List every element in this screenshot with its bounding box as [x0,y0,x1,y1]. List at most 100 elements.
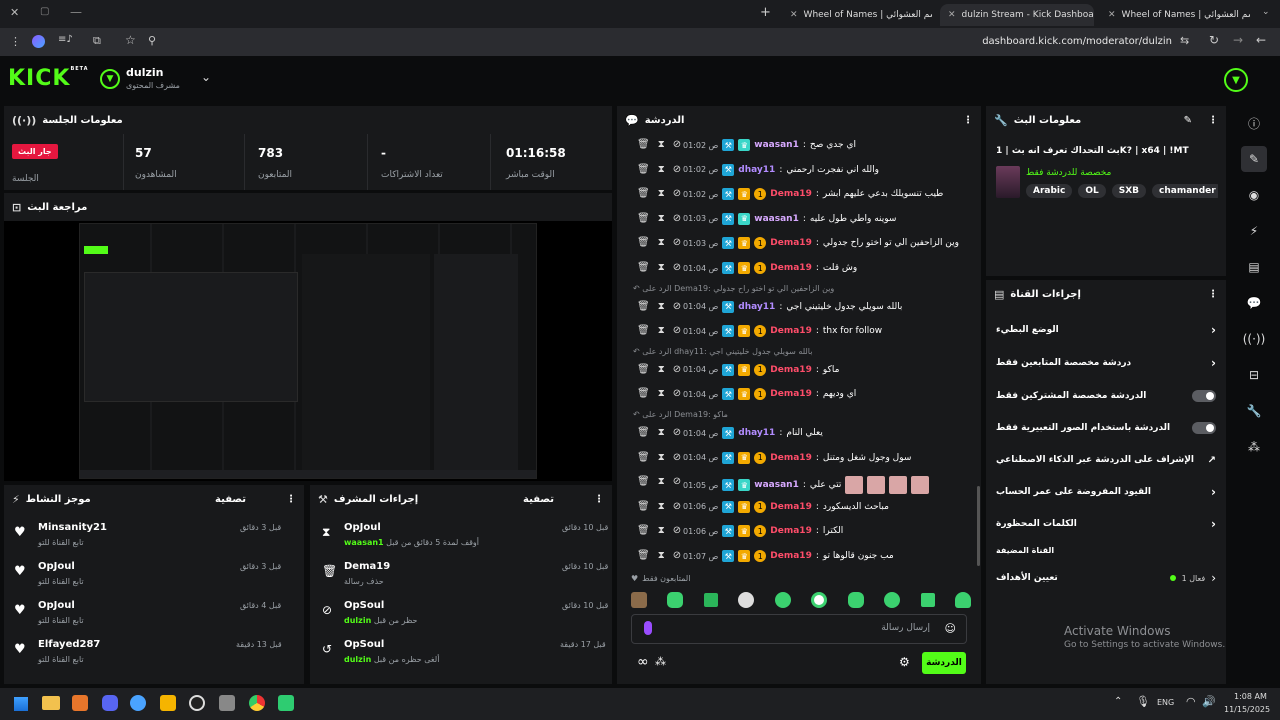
broadcast-icon[interactable]: ((·)) [1241,326,1267,352]
back-icon[interactable]: → [1233,33,1243,47]
emote-icon[interactable] [954,592,971,608]
timeout-icon[interactable]: ⧗ [658,237,665,248]
minimize-icon[interactable]: ✕ [10,6,19,19]
app-icon[interactable] [130,695,146,711]
language-indicator[interactable]: ENG [1157,698,1174,707]
windows-start-icon[interactable] [13,696,29,712]
tab-search-icon[interactable]: ⌄ [1262,7,1270,17]
chat-username[interactable]: waasan1 [754,480,799,490]
emote-icon[interactable] [811,592,828,608]
chat-username[interactable]: Dema19 [770,238,812,248]
restore-icon[interactable]: ▢ [40,6,49,17]
mic-icon[interactable] [644,621,652,635]
timeout-icon[interactable]: ⧗ [658,501,665,512]
channel-switch-chevron-icon[interactable]: ⌄ [201,70,211,84]
tab-kick-dashboard[interactable]: ✕ dulzin Stream - Kick Dashboard K [940,4,1094,26]
timeout-icon[interactable]: ⧗ [658,262,665,273]
close-tab-icon[interactable]: ✕ [948,10,956,20]
chat-username[interactable]: Dema19 [770,365,812,375]
emote-icon[interactable] [774,592,791,608]
timeout-icon[interactable]: ⧗ [658,550,665,561]
timeout-icon[interactable]: ⧗ [658,213,665,224]
clock-date[interactable]: 11/15/2025 [1224,705,1270,714]
chat-message[interactable]: 🗑 ⧗ ⊘ 01:02 ص ⚒ ♛ waasan1: اي جدي صح [617,134,979,158]
chat-message[interactable]: 🗑 ⧗ ⊘ 01:04 ص ⚒ ♛ 1 Dema19: وش قلت [617,257,979,281]
channelactions-more-icon[interactable]: ⋮ [1208,289,1218,300]
kick-logo[interactable]: KICKBETA [8,66,89,91]
modactions-filter[interactable]: تصفية [523,494,554,505]
profile-icon[interactable] [32,35,45,48]
tag[interactable]: OL [1078,184,1106,198]
ban-icon[interactable]: ⊘ [673,237,681,248]
emote-icon[interactable] [703,593,718,607]
trash-icon[interactable]: 🗑 [637,550,650,561]
timeout-icon[interactable]: ⧗ [658,452,665,463]
tag[interactable]: Arabic [1026,184,1073,198]
chat-input-box[interactable]: إرسال رسالة ☺ [631,614,967,644]
mic-tray-icon[interactable]: 🎙 [1136,695,1150,708]
chat-message[interactable]: 🗑 ⧗ ⊘ 01:04 ص ⚒ dhay11: بالله سويلي جدول خليتي… [617,296,979,320]
close-tab-icon[interactable]: ✕ [790,10,798,20]
trash-icon[interactable]: 🗑 [637,476,650,487]
timeout-icon[interactable]: ⧗ [658,139,665,150]
chat-username[interactable]: waasan1 [754,140,799,150]
chat-username[interactable]: Dema19 [770,326,812,336]
timeout-icon[interactable]: ⧗ [658,301,665,312]
extensions-icon[interactable]: ⧉ [93,34,101,48]
trash-icon[interactable]: 🗑 [637,237,650,248]
timeout-icon[interactable]: ⧗ [658,325,665,336]
chat-message[interactable]: 🗑 ⧗ ⊘ 01:03 ص ⚒ ♛ 1 Dema19: وين الزاحفين الي تو … [617,232,979,256]
stream-video[interactable] [79,223,537,479]
app-icon[interactable] [160,695,176,711]
menu-icon[interactable]: ⋮ [10,35,21,48]
file-explorer-icon[interactable] [42,696,60,710]
new-tab-icon[interactable]: + [760,5,771,20]
trash-icon[interactable]: 🗑 [637,525,650,536]
clock-time[interactable]: 1:08 AM [1234,692,1267,701]
mod-target[interactable]: dulzin [344,655,371,664]
document-icon[interactable]: ▤ [1241,254,1267,280]
chat-username[interactable]: Dema19 [770,526,812,536]
ban-icon[interactable]: ⊘ [673,364,681,375]
chat-username[interactable]: dhay11 [738,302,775,312]
tag[interactable]: chamander [1152,184,1218,198]
trash-icon[interactable]: 🗑 [637,427,650,438]
emote-icon[interactable] [920,593,935,607]
tag[interactable]: SXB [1111,184,1147,198]
chat-message[interactable]: 🗑 ⧗ ⊘ 01:02 ص ⚒ ♛ 1 Dema19: طيب تنسويلك بدعي علي… [617,183,979,207]
emote-icon[interactable] [884,592,901,608]
edit-pencil-icon[interactable]: ✎ [1184,115,1192,126]
menu-item-followers-only[interactable]: دردشة مخصصة المتابعين فقط › [986,347,1226,379]
mod-user[interactable]: OpSoul [344,600,384,611]
ban-icon[interactable]: ⊘ [673,301,681,312]
subscribers-only-toggle[interactable] [1192,390,1216,402]
obs-icon[interactable] [189,695,205,711]
infinity-icon[interactable]: ∞ [637,654,649,670]
chat-message[interactable]: 🗑 ⧗ ⊘ 01:07 ص ⚒ ♛ 1 Dema19: مب جنون قالوها تو [617,545,979,569]
forward-icon[interactable]: ← [1256,33,1266,47]
chrome-icon[interactable] [249,695,265,711]
bookmark-star-icon[interactable]: ☆ [125,33,136,47]
ban-icon[interactable]: ⊘ [673,188,681,199]
chat-icon[interactable]: 💬 [1241,290,1267,316]
chat-message[interactable]: 🗑 ⧗ ⊘ 01:04 ص ⚒ ♛ 1 Dema19: سول وجول شغل ومتنل [617,447,979,471]
zoom-icon[interactable]: ⚲ [148,34,156,47]
more-dots-icon[interactable]: ⁂ [1241,434,1267,460]
feed-user[interactable]: OpJoul [38,561,75,572]
chat-scrollbar[interactable] [977,486,980,566]
info-icon[interactable]: ⓘ [1241,110,1267,136]
emote-only-toggle[interactable] [1192,422,1216,434]
chat-send-button[interactable]: الدردشة [922,652,966,674]
media-icon[interactable]: ≡♪ [58,34,73,45]
timeout-icon[interactable]: ⧗ [658,388,665,399]
mod-user[interactable]: Dema19 [344,561,390,572]
menu-item-goals[interactable]: تعيين الأهداف فعال 1 › [986,562,1226,594]
chat-username[interactable]: dhay11 [738,428,775,438]
chat-message[interactable]: 🗑 ⧗ ⊘ 01:04 ص ⚒ ♛ 1 Dema19: ماكو [617,359,979,383]
trash-icon[interactable]: 🗑 [637,213,650,224]
timeout-icon[interactable]: ⧗ [658,188,665,199]
timeout-icon[interactable]: ⧗ [658,525,665,536]
chat-username[interactable]: Dema19 [770,263,812,273]
chat-username[interactable]: Dema19 [770,189,812,199]
trash-icon[interactable]: 🗑 [637,501,650,512]
